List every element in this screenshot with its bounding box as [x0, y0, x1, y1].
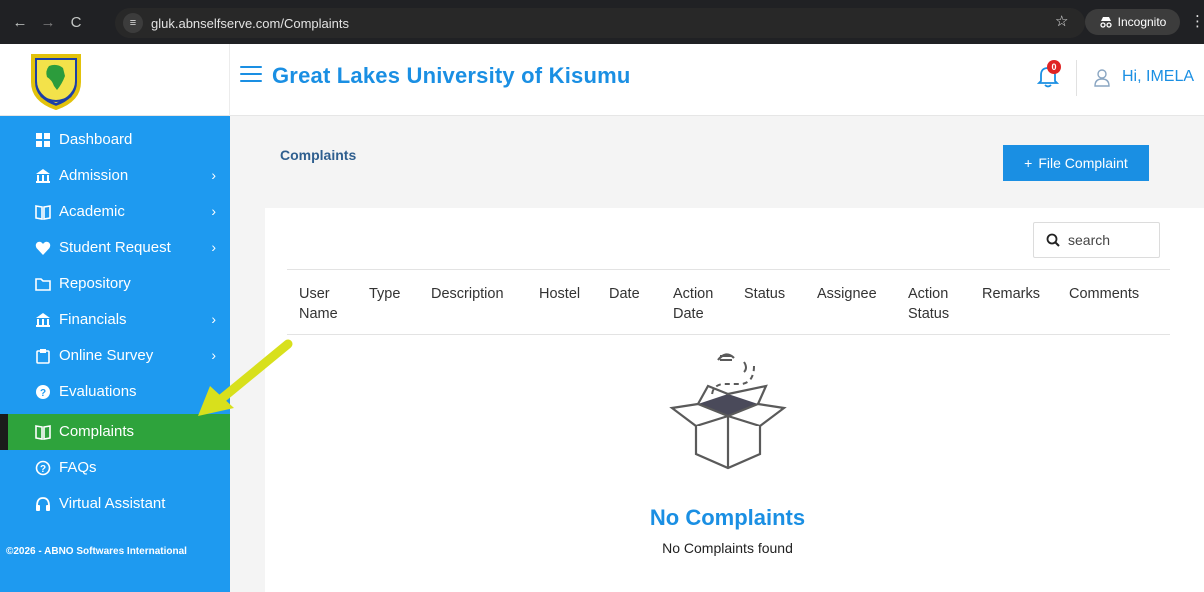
chevron-right-icon: ›: [211, 167, 216, 183]
address-bar[interactable]: ≡ gluk.abnselfserve.com/Complaints: [115, 8, 1085, 38]
browser-toolbar: ← → C ≡ gluk.abnselfserve.com/Complaints…: [0, 0, 1204, 44]
sidebar-item-label: FAQs: [59, 459, 97, 476]
complaints-table-header: User Name Type Description Hostel Date A…: [287, 269, 1170, 335]
sidebar-item-label: Student Request: [59, 239, 171, 256]
sidebar-item-dashboard[interactable]: Dashboard: [8, 122, 230, 158]
sidebar-item-admission[interactable]: Admission ›: [8, 158, 230, 194]
forward-arrow-icon[interactable]: →: [34, 14, 62, 31]
empty-state-subtitle: No Complaints found: [662, 540, 793, 556]
menu-toggle-icon[interactable]: [240, 66, 262, 84]
column-header[interactable]: Description: [431, 284, 504, 304]
column-header[interactable]: Hostel: [539, 284, 580, 304]
bank-icon: [36, 313, 50, 327]
page-title: Complaints: [280, 147, 357, 163]
svg-text:?: ?: [40, 388, 46, 399]
book-icon: [35, 205, 51, 220]
site-settings-icon[interactable]: ≡: [123, 13, 143, 33]
incognito-badge[interactable]: Incognito: [1085, 9, 1180, 35]
browser-nav: ← → C: [6, 0, 90, 44]
copyright-text: ©2026 - ABNO Softwares International: [6, 546, 187, 557]
sidebar-item-virtual-assistant[interactable]: Virtual Assistant: [8, 486, 230, 522]
headset-icon: [36, 497, 50, 511]
dashboard-icon: [36, 133, 50, 147]
file-complaint-button[interactable]: + File Complaint: [1003, 145, 1149, 181]
sidebar-item-student-request[interactable]: Student Request ›: [8, 230, 230, 266]
sidebar-item-label: Admission: [59, 167, 129, 184]
back-arrow-icon[interactable]: ←: [6, 14, 34, 31]
help-circle-icon: ?: [36, 385, 50, 399]
user-icon[interactable]: [1094, 69, 1110, 87]
sidebar-item-label: Academic: [59, 203, 125, 220]
bookmark-star-icon[interactable]: ☆: [1055, 12, 1068, 30]
folder-icon: [35, 278, 51, 291]
chevron-right-icon: ›: [211, 239, 216, 255]
chevron-right-icon: ›: [211, 311, 216, 327]
clipboard-icon: [36, 349, 50, 364]
column-header[interactable]: Status: [744, 284, 785, 304]
sidebar-item-repository[interactable]: Repository: [8, 266, 230, 302]
column-header[interactable]: Assignee: [817, 284, 877, 304]
sidebar-item-label: Dashboard: [59, 131, 133, 148]
annotation-arrow: [198, 339, 293, 416]
notification-badge: 0: [1047, 60, 1061, 74]
search-icon: [1046, 233, 1060, 247]
heart-handshake-icon: [35, 241, 51, 255]
user-greeting[interactable]: Hi, IMELA: [1122, 68, 1194, 86]
header-divider: [1076, 60, 1077, 96]
empty-box-illustration: [669, 353, 787, 470]
search-box[interactable]: [1033, 222, 1160, 258]
column-header[interactable]: Action Date: [673, 284, 723, 324]
column-header[interactable]: Comments: [1069, 284, 1139, 304]
reload-icon[interactable]: C: [62, 14, 90, 31]
site-title: Great Lakes University of Kisumu: [272, 63, 631, 88]
book-icon: [35, 425, 51, 440]
empty-state-title: No Complaints: [649, 505, 806, 530]
column-header[interactable]: Type: [369, 284, 400, 304]
search-input[interactable]: [1068, 232, 1148, 248]
sidebar-item-faqs[interactable]: ? FAQs: [8, 450, 230, 486]
column-header[interactable]: Action Status: [908, 284, 958, 324]
column-header[interactable]: Date: [609, 284, 640, 304]
sidebar-item-label: Complaints: [59, 423, 135, 440]
incognito-label: Incognito: [1117, 15, 1167, 29]
svg-text:?: ?: [40, 464, 46, 475]
logo-cell: [0, 44, 230, 116]
bank-icon: [36, 169, 50, 183]
plus-icon: +: [1024, 155, 1033, 171]
notifications-bell[interactable]: 0: [1036, 60, 1061, 90]
university-logo[interactable]: [27, 50, 85, 110]
incognito-icon: [1099, 17, 1112, 28]
sidebar-item-academic[interactable]: Academic ›: [8, 194, 230, 230]
browser-menu-icon[interactable]: ⋮: [1190, 12, 1204, 30]
file-complaint-label: File Complaint: [1038, 155, 1128, 171]
app-header: Great Lakes University of Kisumu 0 Hi, I…: [0, 44, 1204, 116]
sidebar-item-financials[interactable]: Financials ›: [8, 302, 230, 338]
sidebar-item-label: Evaluations: [59, 383, 137, 400]
sidebar-item-label: Financials: [59, 311, 127, 328]
sidebar-item-label: Repository: [59, 275, 131, 292]
url-text: gluk.abnselfserve.com/Complaints: [151, 15, 349, 31]
sidebar-item-label: Virtual Assistant: [59, 495, 166, 512]
column-header[interactable]: User Name: [299, 284, 349, 324]
question-circle-icon: ?: [35, 460, 51, 476]
chevron-right-icon: ›: [211, 203, 216, 219]
sidebar-item-label: Online Survey: [59, 347, 154, 364]
column-header[interactable]: Remarks: [982, 284, 1040, 304]
